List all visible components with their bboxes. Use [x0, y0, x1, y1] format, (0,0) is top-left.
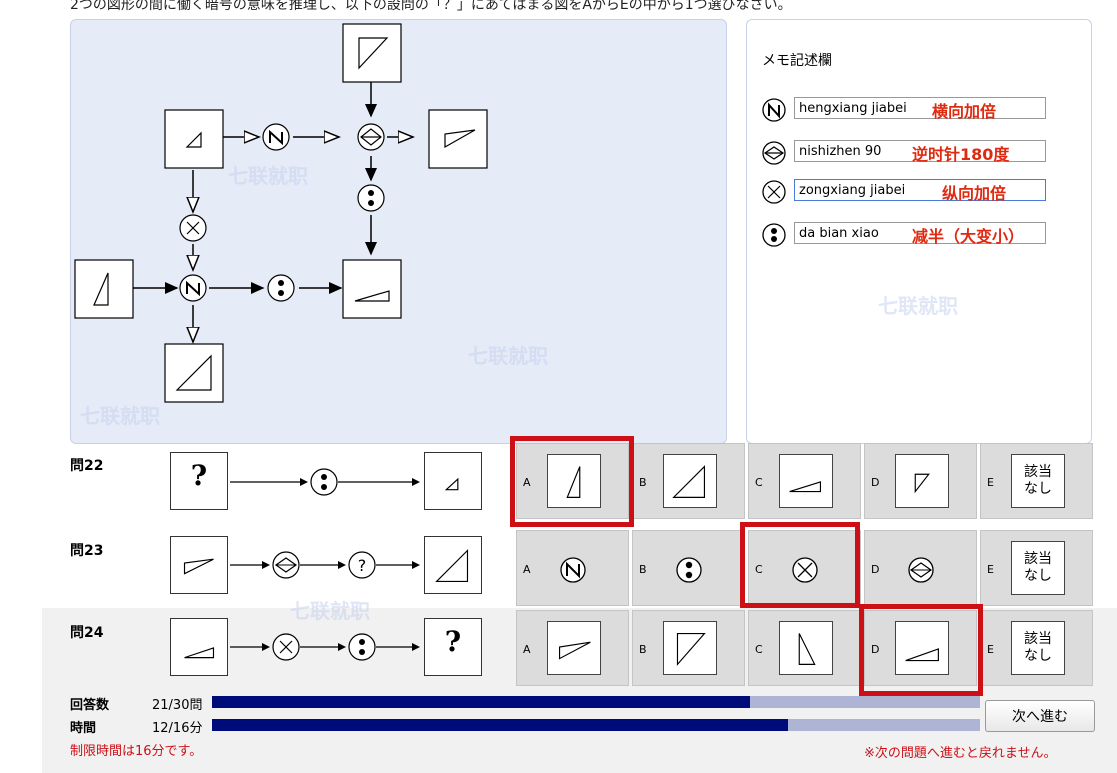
question-unknown-box: ?	[170, 452, 228, 510]
memo-annotation: 纵向加倍	[942, 184, 1007, 203]
memo-row-rotate: 逆时针180度	[760, 139, 1060, 167]
q24-option-a[interactable]: A	[516, 610, 629, 686]
cipher-diagram	[74, 23, 488, 403]
option-figure	[663, 621, 717, 675]
question-label-23: 問23	[70, 543, 104, 559]
time-limit-note: 制限時間は16分です。	[70, 744, 203, 759]
option-figure	[895, 454, 949, 508]
option-figure	[663, 454, 717, 508]
question-label-24: 問24	[70, 625, 104, 641]
option-letter: C	[755, 643, 763, 656]
colon-icon	[762, 223, 786, 247]
option-letter: C	[755, 476, 763, 489]
q23-option-a[interactable]: A	[516, 530, 629, 606]
yokomuki-icon	[762, 98, 786, 122]
option-letter: E	[987, 476, 994, 489]
next-button[interactable]: 次へ進む	[985, 700, 1095, 732]
q23-start-box	[170, 536, 228, 594]
option-letter: E	[987, 563, 994, 576]
colon-icon	[676, 557, 702, 583]
answers-progress-bar	[212, 696, 980, 708]
time-label: 時間	[70, 721, 97, 736]
memo-input-swirl[interactable]	[794, 179, 1046, 201]
question-mark: ?	[190, 459, 208, 492]
option-figure	[779, 454, 833, 508]
q22-flow	[230, 468, 420, 496]
q22-result-box	[424, 452, 482, 510]
instruction-text: 2つの図形の間に働く暗号の意味を推理し、以下の設問の「？」にあてはまる図をAから…	[70, 0, 792, 13]
time-value: 12/16分	[152, 721, 203, 736]
q23-flow: ?	[230, 551, 420, 579]
memo-row-swirl: 纵向加倍	[760, 178, 1060, 206]
memo-annotation: 横向加倍	[932, 102, 997, 121]
q22-option-b[interactable]: B	[632, 443, 745, 519]
memo-row-yokomuki: 横向加倍	[760, 96, 1060, 124]
q23-option-d[interactable]: D	[864, 530, 977, 606]
svg-text:?: ?	[358, 556, 367, 575]
answers-progress-fill	[212, 696, 750, 708]
option-figure	[547, 621, 601, 675]
yokomuki-icon	[560, 557, 586, 583]
option-letter: E	[987, 643, 994, 656]
option-letter: B	[639, 476, 647, 489]
time-progress-bar	[212, 719, 980, 731]
memo-annotation: 逆时针180度	[912, 145, 1010, 164]
answer-highlight-q24	[859, 604, 983, 696]
q23-result-box	[424, 536, 482, 594]
answers-label: 回答数	[70, 698, 110, 713]
option-letter: A	[523, 643, 531, 656]
rotate-diamond-icon	[908, 557, 934, 583]
q24-unknown-box: ?	[424, 618, 482, 676]
answer-highlight-q22	[510, 436, 634, 527]
q24-flow	[230, 633, 420, 661]
option-letter: A	[523, 563, 531, 576]
q22-option-e[interactable]: E 該当 なし	[980, 443, 1093, 519]
answers-value: 21/30問	[152, 698, 203, 713]
q23-option-b[interactable]: B	[632, 530, 745, 606]
q22-option-c[interactable]: C	[748, 443, 861, 519]
q24-option-c[interactable]: C	[748, 610, 861, 686]
none-applicable-label: 該当 なし	[1011, 621, 1065, 675]
memo-annotation: 减半（大变小）	[912, 227, 1025, 246]
time-progress-fill	[212, 719, 788, 731]
memo-title: メモ記述欄	[762, 53, 832, 69]
question-label-22: 問22	[70, 458, 104, 474]
option-letter: B	[639, 563, 647, 576]
none-applicable-label: 該当 なし	[1011, 541, 1065, 595]
answer-highlight-q23	[740, 522, 860, 608]
option-letter: D	[871, 563, 880, 576]
question-mark: ?	[444, 625, 462, 658]
option-letter: B	[639, 643, 647, 656]
q24-option-e[interactable]: E 該当 なし	[980, 610, 1093, 686]
rotate-diamond-icon	[762, 141, 786, 165]
q22-option-d[interactable]: D	[864, 443, 977, 519]
none-applicable-label: 該当 なし	[1011, 454, 1065, 508]
q24-option-b[interactable]: B	[632, 610, 745, 686]
q23-option-e[interactable]: E 該当 なし	[980, 530, 1093, 606]
q24-start-box	[170, 618, 228, 676]
swirl-icon	[762, 180, 786, 204]
memo-row-colon: 减半（大变小）	[760, 221, 1060, 249]
option-figure	[779, 621, 833, 675]
option-letter: D	[871, 476, 880, 489]
cipher-diagram-panel	[70, 19, 727, 444]
no-return-warning: ※次の問題へ進むと戻れません。	[864, 746, 1057, 761]
memo-input-yokomuki[interactable]	[794, 97, 1046, 119]
